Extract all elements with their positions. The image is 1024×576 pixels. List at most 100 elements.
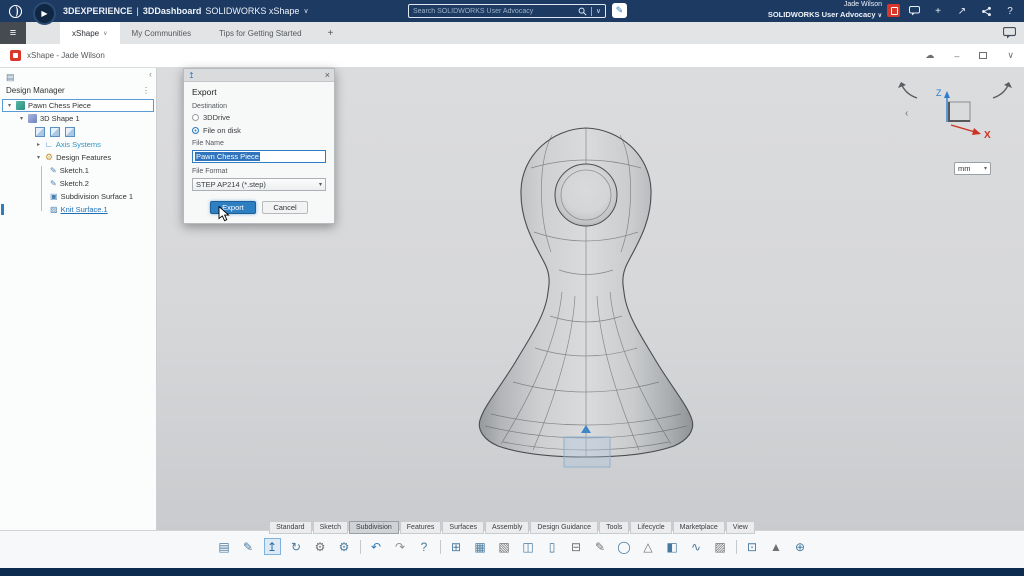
nav-back-chevron-icon[interactable]: ‹ [905,108,908,119]
toolbar-icon[interactable]: ↷ [392,538,409,555]
toolbar-icon[interactable]: ▯ [544,538,561,555]
ribbon-tab[interactable]: Standard [269,521,312,534]
tree-item-feature[interactable]: ✎ Sketch.2 [0,177,156,190]
toolbar-icon[interactable]: ◧ [664,538,681,555]
app-name[interactable]: SOLIDWORKS xShape [205,6,299,16]
toolbar-icon[interactable]: ↶ [368,538,385,555]
orbit-left-arrow-icon[interactable] [898,82,918,99]
workspace-tab[interactable]: Tips for Getting Started [207,22,317,44]
radio-button-selected-icon[interactable] [192,127,199,134]
toolbar-icon[interactable]: ⚙ [312,538,329,555]
toolbar-icon[interactable]: ▧ [496,538,513,555]
radio-button-icon[interactable] [192,114,199,121]
ribbon-tab[interactable]: Surfaces [442,521,485,534]
tree-item-shape[interactable]: ▾ 3D Shape 1 [0,112,156,125]
collapse-chevron-icon[interactable]: ∨ [1007,50,1014,61]
toolbar-icon[interactable]: ▨ [712,538,729,555]
radio-3ddrive[interactable]: 3DDrive [192,113,326,122]
cloud-sync-icon[interactable]: ☁ [925,50,934,61]
ribbon-tab[interactable]: Lifecycle [630,521,672,534]
units-dropdown[interactable]: mm ▾ [954,162,991,175]
share-icon[interactable]: ↗ [956,5,968,17]
tree-item-root[interactable]: ▾ Pawn Chess Piece [2,99,154,112]
selection-region[interactable] [563,436,611,468]
share-network-icon[interactable] [980,5,992,17]
toolbar-icon[interactable]: ⚙ [336,538,353,555]
global-search[interactable]: Search SOLIDWORKS User Advocacy ∨ [408,4,606,18]
toolbar-icon[interactable]: △ [640,538,657,555]
file-name-input[interactable]: Pawn Chess Piece [192,150,326,163]
sheet-list-icon[interactable]: ▤ [6,72,15,82]
tree-item-feature[interactable]: ▨ Knit Surface.1 [0,203,156,216]
toolbar-icon[interactable]: ⊡ [744,538,761,555]
file-format-select[interactable]: STEP AP214 (*.step) ▾ [192,178,326,191]
ribbon-tab[interactable]: Design Guidance [530,521,599,534]
cancel-button[interactable]: Cancel [262,201,308,214]
tree-item-design-features[interactable]: ▾ ⚙ Design Features [0,151,156,164]
toolbar-icon[interactable] [359,539,361,554]
minimize-icon[interactable]: – [954,51,959,61]
ribbon-tab[interactable]: Assembly [485,521,530,534]
toolbar-icon[interactable]: ✎ [592,538,609,555]
toolbar-icon[interactable]: ↥ [263,538,281,555]
toolbar-icon[interactable]: ⊕ [792,538,809,555]
workspace-tab[interactable]: xShape ∨ [60,22,120,44]
kebab-menu-icon[interactable]: ⋮ [142,86,150,95]
comment-icon[interactable] [908,5,920,17]
maximize-icon[interactable] [979,52,988,59]
toolbar-icon[interactable]: ◯ [616,538,633,555]
app-chevron-icon[interactable]: ∨ [303,7,308,15]
plane-zx-icon[interactable] [65,126,75,137]
orbit-right-arrow-icon[interactable] [992,82,1012,99]
expand-caret-icon[interactable]: ▾ [35,154,42,161]
axis-z-label: Z [936,88,942,98]
toolbar-icon[interactable]: ▤ [216,538,233,555]
user-identity[interactable]: Jade Wilson SOLIDWORKS User Advocacy ∨ [768,1,882,20]
toolbar-icon[interactable]: ∿ [688,538,705,555]
toolbar-icon[interactable]: ◫ [520,538,537,555]
export-button[interactable]: Export [210,201,256,214]
toolbar-icon[interactable]: ↻ [288,538,305,555]
chat-icon[interactable] [1003,22,1024,44]
notification-badge[interactable] [887,4,900,17]
plane-xy-icon[interactable] [35,126,45,137]
add-icon[interactable]: + [932,5,944,17]
ribbon-tab[interactable]: Marketplace [672,521,725,534]
tree-item-axis-systems[interactable]: ▸ ∟ Axis Systems [0,138,156,151]
radio-file-on-disk[interactable]: File on disk [192,126,326,135]
toolbar-icon[interactable]: ⊟ [568,538,585,555]
toolbar-icon[interactable]: ▲ [768,538,785,555]
axis-triad[interactable]: Z X [936,88,991,141]
toolbar-icon[interactable]: ▦ [472,538,489,555]
plane-yz-icon[interactable] [50,126,60,137]
tree-item-feature[interactable]: ✎ Sketch.1 [0,164,156,177]
ribbon-tab[interactable]: Sketch [312,521,348,534]
collapsed-caret-icon[interactable]: ▸ [35,141,42,148]
close-icon[interactable]: × [325,70,330,80]
search-scope-chevron-icon[interactable]: ∨ [596,7,601,15]
toolbar-icon[interactable] [735,539,737,554]
new-tab-button[interactable]: + [318,22,344,44]
ribbon-tab[interactable]: Features [399,521,442,534]
hamburger-menu-button[interactable]: ≡ [0,22,26,44]
3dplay-badge[interactable]: ▶ [33,2,56,25]
search-icon[interactable] [578,7,587,16]
expand-caret-icon[interactable]: ▾ [18,115,25,122]
search-placeholder[interactable]: Search SOLIDWORKS User Advocacy [413,8,574,15]
workspace-tab[interactable]: My Communities [120,22,208,44]
toolbar-icon[interactable]: ⊞ [448,538,465,555]
ribbon-tab[interactable]: View [725,521,755,534]
top-app-bar: ▶ 3DEXPERIENCE | 3DDashboard SOLIDWORKS … [0,0,1024,25]
compose-button[interactable]: ✎ [612,3,627,18]
toolbar-icon[interactable]: ? [416,538,433,555]
toolbar-icon[interactable] [439,539,441,554]
help-icon[interactable]: ? [1004,5,1016,17]
expand-caret-icon[interactable]: ▾ [6,102,13,109]
toolbar-icon-glyph: ✎ [594,539,606,554]
toolbar-icon[interactable]: ✎ [240,538,257,555]
ribbon-tab[interactable]: Tools [599,521,630,534]
dialog-titlebar[interactable]: ↥ × [184,69,334,82]
ribbon-tab[interactable]: Subdivision [348,521,399,534]
tree-item-feature[interactable]: ▣ Subdivision Surface 1 [0,190,156,203]
panel-collapse-icon[interactable]: ‹ [149,69,152,79]
